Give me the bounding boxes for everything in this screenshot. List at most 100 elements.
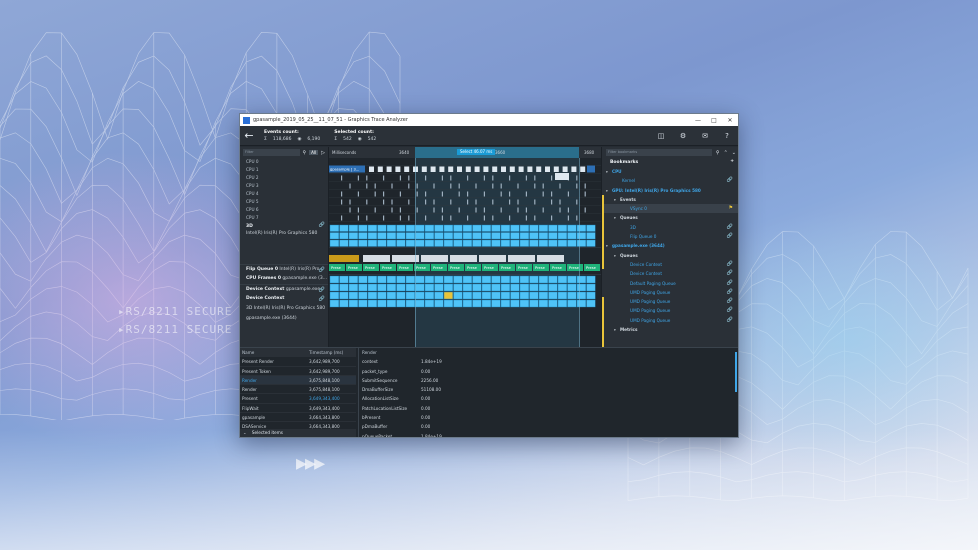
device-context-packet[interactable] xyxy=(529,275,539,284)
device-context-packet[interactable] xyxy=(519,275,530,284)
search-icon[interactable]: ⚲ xyxy=(716,150,720,156)
cpu-tick[interactable] xyxy=(408,199,410,205)
device-context-packet[interactable] xyxy=(367,275,378,284)
gpu-3d-packet[interactable] xyxy=(358,239,368,247)
device-context-packet[interactable] xyxy=(481,283,492,292)
device-context-packet[interactable] xyxy=(348,283,359,292)
device-context-packet[interactable] xyxy=(510,299,520,308)
device-context-packet[interactable] xyxy=(367,291,378,300)
search-icon[interactable]: ⚲ xyxy=(303,150,307,156)
gpu-3d-packet[interactable] xyxy=(576,224,587,232)
gpu-3d-packet[interactable] xyxy=(472,224,482,232)
cpu-tick[interactable] xyxy=(534,215,536,221)
flip-queue-block[interactable] xyxy=(329,255,359,262)
link-icon[interactable]: 🔗 xyxy=(727,176,733,185)
gpu-3d-packet[interactable] xyxy=(348,232,359,240)
gpu-3d-packet[interactable] xyxy=(396,224,406,232)
table-row[interactable]: gpasample 3,664,343,800 xyxy=(240,413,356,423)
cpu-tick[interactable] xyxy=(349,183,351,189)
cpu-tick[interactable] xyxy=(542,191,544,197)
cpu-tick[interactable] xyxy=(399,207,401,213)
gpu-3d-packet[interactable] xyxy=(567,232,577,240)
bookmark-group[interactable]: ▾ GPU: Intel(R) Iris(R) Pro Graphics 580 xyxy=(602,186,738,195)
gpu-3d-packet[interactable] xyxy=(453,232,463,240)
gpu-3d-packet[interactable] xyxy=(576,232,587,240)
device-context-packet[interactable] xyxy=(481,299,492,308)
device-context-packet[interactable] xyxy=(510,275,520,284)
device-context-packet[interactable] xyxy=(377,283,387,292)
device-context-packet[interactable] xyxy=(424,291,435,300)
device-context-packet[interactable] xyxy=(367,299,378,308)
track-flip-queue[interactable]: Flip Queue 0 Intel(R) Iris(R) Pro 🔗 xyxy=(240,264,328,274)
cpu-tick[interactable] xyxy=(450,175,452,181)
cpu-slice[interactable] xyxy=(501,166,506,173)
device-context-packet[interactable] xyxy=(367,283,378,292)
device-context-packet[interactable] xyxy=(339,275,349,284)
device-context-packet[interactable] xyxy=(519,299,530,308)
device-context-packet[interactable] xyxy=(567,275,577,284)
cpu-tick[interactable] xyxy=(416,183,418,189)
gpu-3d-packet[interactable] xyxy=(491,239,501,247)
device-context-packet[interactable] xyxy=(481,275,492,284)
cpu-tick[interactable] xyxy=(416,207,418,213)
device-context-packet[interactable] xyxy=(396,275,406,284)
device-context-packet[interactable] xyxy=(472,275,482,284)
bookmark-item[interactable]: Flip Queue 0 🔗 xyxy=(602,232,738,241)
gpu-3d-packet[interactable] xyxy=(443,224,454,232)
cpu-tick[interactable] xyxy=(399,175,401,181)
gpu-3d-packet[interactable] xyxy=(434,224,444,232)
device-context-packet[interactable] xyxy=(358,291,368,300)
device-context-packet[interactable] xyxy=(405,299,416,308)
device-context-packet[interactable] xyxy=(443,283,454,292)
selected-items-bar[interactable]: ⌄ Selected items xyxy=(240,429,356,437)
table-row[interactable]: Render 3,675,848,100 xyxy=(240,375,356,386)
link-icon[interactable]: 🔗 xyxy=(727,232,733,241)
device-context-packet[interactable] xyxy=(548,283,558,292)
cpu-tick[interactable] xyxy=(551,199,553,205)
cpu-row[interactable]: CPU 2 xyxy=(240,174,328,182)
cpu-tick[interactable] xyxy=(492,175,494,181)
device-context-packet[interactable] xyxy=(500,291,511,300)
device-context-packet[interactable] xyxy=(491,291,501,300)
gpu-3d-packet[interactable] xyxy=(424,232,435,240)
cpu-slice[interactable] xyxy=(555,173,569,180)
device-context-packet[interactable] xyxy=(529,283,539,292)
bookmark-item[interactable]: 3D 🔗 xyxy=(602,223,738,232)
gpu-3d-packet[interactable] xyxy=(510,224,520,232)
gpu-3d-packet[interactable] xyxy=(548,239,558,247)
cpu-tick[interactable] xyxy=(517,207,519,213)
minimize-icon[interactable]: — xyxy=(690,117,706,124)
bookmark-group[interactable]: ▾ Queues xyxy=(602,251,738,260)
cpu-tick[interactable] xyxy=(467,215,469,221)
cpu-slice[interactable] xyxy=(545,166,550,173)
add-bookmark-icon[interactable]: + xyxy=(730,159,734,164)
device-context-packet[interactable] xyxy=(567,299,577,308)
gpu-3d-packet[interactable] xyxy=(548,224,558,232)
cpu-tick[interactable] xyxy=(366,183,368,189)
link-icon[interactable]: 🔗 xyxy=(727,306,733,315)
cpu-tick[interactable] xyxy=(425,175,427,181)
cpu-slice[interactable] xyxy=(439,166,445,173)
device-context-packet[interactable] xyxy=(386,291,397,300)
device-context-packet[interactable] xyxy=(329,275,340,284)
gpu-3d-packet[interactable] xyxy=(519,239,530,247)
cpu-tick[interactable] xyxy=(341,175,343,181)
gpu-3d-packet[interactable] xyxy=(510,232,520,240)
device-context-packet[interactable] xyxy=(348,275,359,284)
device-context-packet[interactable] xyxy=(424,275,435,284)
device-context-packet[interactable] xyxy=(434,283,444,292)
cpu-row[interactable]: CPU 3 xyxy=(240,182,328,190)
cpu-slice[interactable] xyxy=(536,166,542,173)
gpu-3d-packet[interactable] xyxy=(424,239,435,247)
device-context-packet[interactable] xyxy=(462,291,473,300)
device-context-packet[interactable] xyxy=(348,299,359,308)
track-device-context-2[interactable]: Device Context 🔗 3D Intel(R) Iris(R) Pro… xyxy=(240,294,328,326)
device-context-packet[interactable] xyxy=(576,299,587,308)
device-context-packet[interactable] xyxy=(500,299,511,308)
cpu-tick[interactable] xyxy=(467,175,469,181)
cpu-slice[interactable] xyxy=(386,166,392,173)
cpu-tick[interactable] xyxy=(408,183,410,189)
link-icon[interactable]: 🔗 xyxy=(727,260,733,269)
lane-divider[interactable] xyxy=(329,247,601,248)
all-button[interactable]: All xyxy=(309,150,319,155)
